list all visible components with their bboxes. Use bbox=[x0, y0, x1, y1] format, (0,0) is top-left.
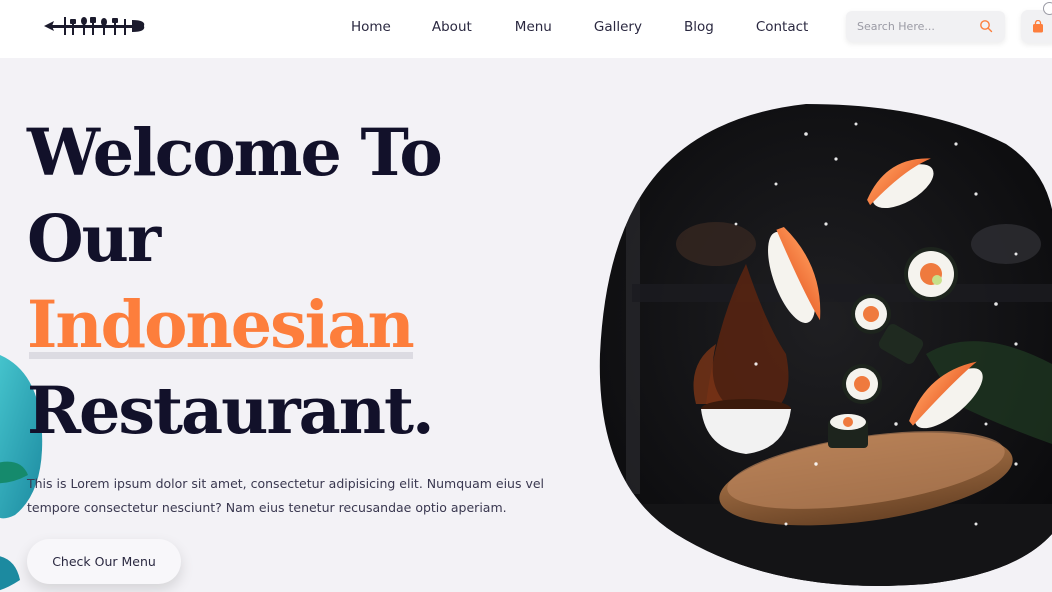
hero-title-accent: Indonesian bbox=[27, 282, 415, 368]
nav-link-gallery[interactable]: Gallery bbox=[594, 18, 642, 36]
nav-link-menu[interactable]: Menu bbox=[515, 18, 552, 36]
close-icon[interactable] bbox=[1043, 2, 1052, 15]
navbar: Home About Menu Gallery Blog Contact bbox=[0, 0, 1052, 58]
hero-title-line-4: Restaurant. bbox=[27, 373, 435, 449]
hero-title: Welcome To Our Indonesian Restaurant. bbox=[27, 110, 443, 454]
nav-link-contact[interactable]: Contact bbox=[756, 18, 809, 36]
hero-title-line-1: Welcome To bbox=[27, 115, 443, 191]
search-input[interactable] bbox=[857, 20, 977, 33]
shopping-bag-icon bbox=[1033, 20, 1043, 33]
nav-links: Home About Menu Gallery Blog Contact bbox=[351, 18, 808, 36]
nav-link-blog[interactable]: Blog bbox=[684, 18, 714, 36]
sushi-hero-image bbox=[599, 104, 1052, 586]
cart-button[interactable] bbox=[1021, 10, 1052, 43]
search-icon[interactable] bbox=[979, 19, 993, 33]
nav-link-about[interactable]: About bbox=[432, 18, 472, 36]
search-box bbox=[846, 11, 1005, 42]
hero-description: This is Lorem ipsum dolor sit amet, cons… bbox=[27, 476, 545, 515]
nav-link-home[interactable]: Home bbox=[351, 18, 391, 36]
hero-title-line-2: Our bbox=[27, 201, 161, 277]
cutlery-logo[interactable] bbox=[44, 14, 146, 38]
check-menu-button[interactable]: Check Our Menu bbox=[27, 539, 181, 584]
